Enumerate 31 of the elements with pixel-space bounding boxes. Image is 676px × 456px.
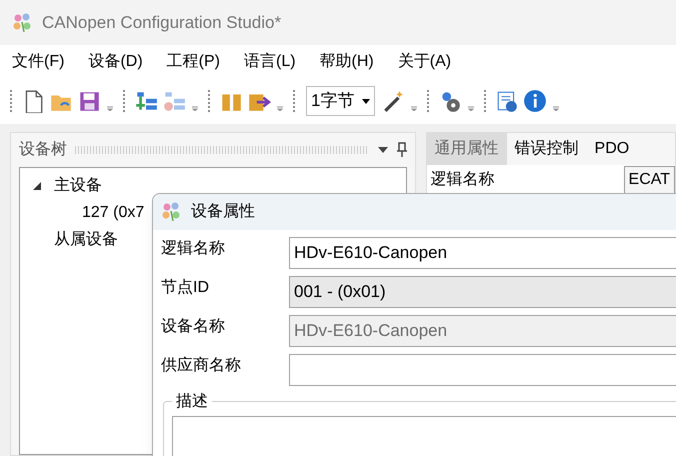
field-label: 逻辑名称 [160,238,226,258]
expand-triangle-icon[interactable] [32,180,42,190]
tab[interactable]: 通用属性 [426,133,507,165]
tree-item[interactable]: 127 (0x7 [82,200,144,224]
text-field[interactable]: HDv-E610-Canopen [289,236,676,268]
help-document-icon[interactable] [495,89,520,113]
menu-item[interactable]: 语言(L) [244,50,296,74]
tree-item[interactable]: 主设备 [54,174,102,198]
info-icon[interactable] [523,89,548,113]
size-dropdown[interactable]: 1字节 [306,86,376,116]
tab[interactable]: 错误控制 [506,133,587,165]
tree-item[interactable]: 从属设备 [54,228,118,252]
property-field[interactable]: ECAT [624,166,675,194]
menu-item[interactable]: 帮助(H) [320,50,374,74]
panel-title: 设备树 [19,140,67,160]
window-title: CANopen Configuration Studio* [42,12,282,34]
field-label: 设备名称 [160,316,226,336]
node-id-dropdown[interactable]: 001 - (0x01) [289,276,676,308]
text-field[interactable]: HDv-E610-Canopen [289,314,676,346]
field-label: 供应商名称 [160,356,242,376]
dialog-title: 设备属性 [191,202,255,222]
menu-item[interactable]: 文件(F) [12,50,64,74]
tab[interactable]: PDO [586,133,638,165]
menu-item[interactable]: 工程(P) [166,50,220,74]
field-label: 节点ID [160,278,210,298]
menu-item[interactable]: 关于(A) [398,50,452,74]
menu-item[interactable]: 设备(D) [88,50,143,74]
dropdown-arrow-icon[interactable] [376,146,389,154]
text-field[interactable] [289,354,676,386]
property-label: 逻辑名称 [430,170,496,190]
pin-icon[interactable] [396,142,407,158]
